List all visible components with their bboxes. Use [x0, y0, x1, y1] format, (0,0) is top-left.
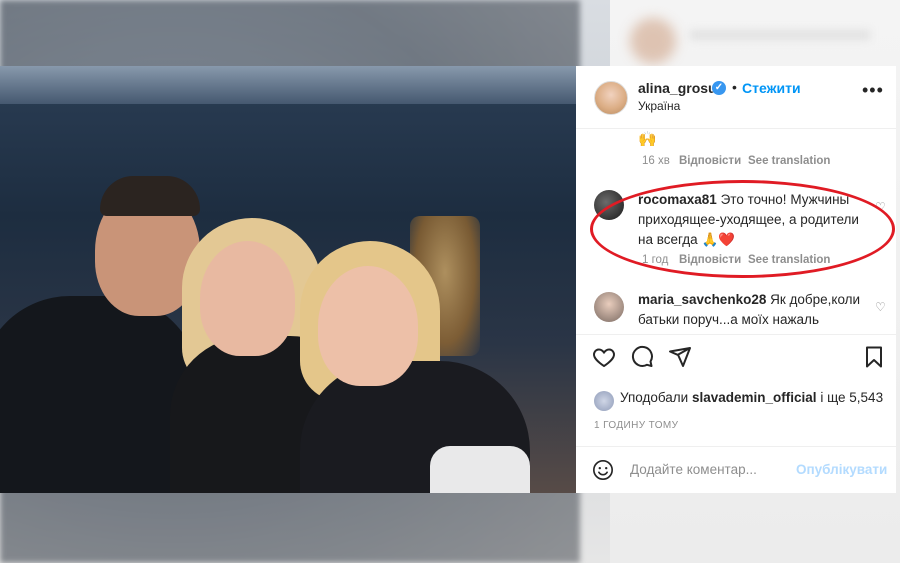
post-photo[interactable]	[0, 66, 576, 493]
liker-avatar[interactable]	[594, 391, 614, 411]
like-small-icon[interactable]: ♡	[875, 300, 886, 314]
post-header: alina_grosu ✓ • Стежити Україна •••	[576, 66, 896, 129]
author-avatar[interactable]	[594, 81, 628, 115]
reply-button[interactable]: Відповісти	[679, 155, 741, 167]
follow-button[interactable]: Стежити	[742, 80, 801, 96]
publish-button[interactable]: Опублікувати	[796, 462, 887, 477]
see-translation-button[interactable]: See translation	[748, 155, 830, 167]
comment-emoji: 🙌	[638, 131, 657, 148]
author-username[interactable]: alina_grosu	[638, 80, 717, 96]
blurred-avatar	[630, 18, 676, 64]
action-bar	[576, 334, 896, 375]
likes-summary[interactable]: Уподобали slavademin_official і ще 5,543	[620, 390, 883, 405]
smile-icon[interactable]	[592, 459, 614, 481]
liker-username[interactable]: slavademin_official	[692, 390, 817, 405]
post-location[interactable]: Україна	[638, 99, 680, 113]
blurred-text	[690, 30, 870, 40]
heart-icon[interactable]	[592, 345, 616, 369]
comment-time: 16 хв	[642, 155, 670, 167]
bookmark-icon[interactable]	[862, 345, 886, 369]
commenter-avatar[interactable]	[594, 292, 624, 322]
more-icon[interactable]: •••	[862, 80, 884, 101]
commenter-username[interactable]: maria_savchenko28	[638, 292, 766, 307]
highlight-circle	[590, 180, 895, 278]
comment-icon[interactable]	[630, 345, 654, 369]
comment-input[interactable]: Додайте коментар...	[630, 462, 757, 477]
post-timestamp[interactable]: 1 ГОДИНУ ТОМУ	[594, 420, 678, 431]
separator-dot: •	[732, 79, 737, 95]
verified-badge-icon: ✓	[712, 81, 726, 95]
comment-bar: Додайте коментар... Опублікувати	[576, 446, 896, 494]
post-side-panel: alina_grosu ✓ • Стежити Україна ••• 🙌 16…	[576, 66, 896, 493]
comment-body: maria_savchenko28 Як добре,коли батьки п…	[638, 290, 868, 330]
share-icon[interactable]	[668, 345, 692, 369]
